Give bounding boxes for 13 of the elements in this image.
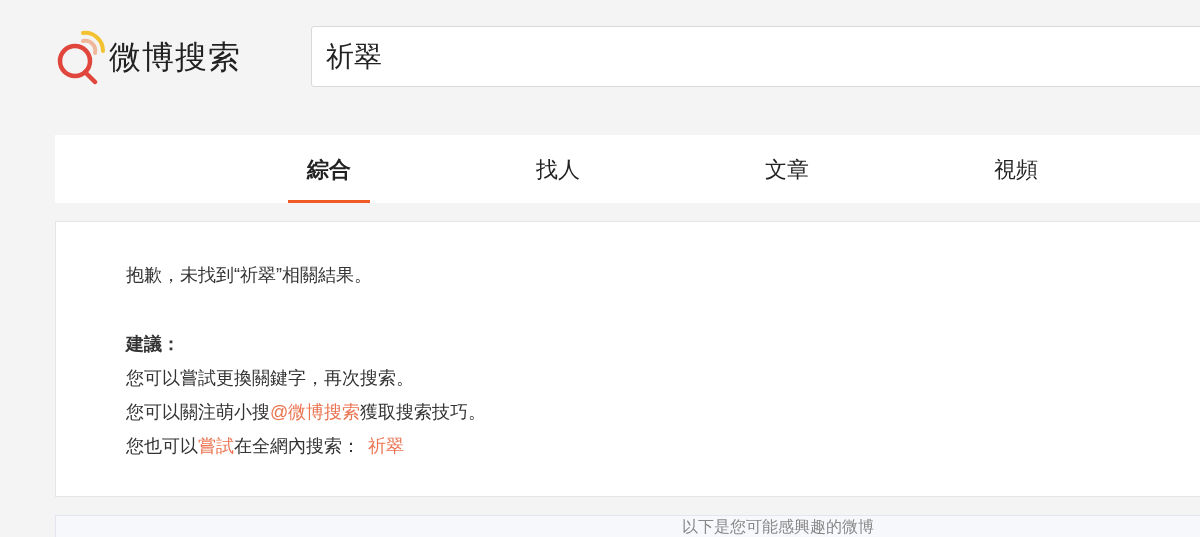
suggestion-line: 您也可以嘗試在全網內搜索： 祈翠 <box>126 435 404 458</box>
no-result-message: 抱歉，未找到“祈翠”相關結果。 <box>126 264 372 287</box>
suggestion-line: 您可以嘗試更換關鍵字，再次搜索。 <box>126 367 414 390</box>
search-field[interactable]: 祈翠 <box>311 26 1200 87</box>
magnifier-logo-icon <box>55 28 105 85</box>
tab[interactable]: 視頻 <box>975 135 1057 203</box>
suggestion-line: 您可以關注萌小搜@微博搜索獲取搜索技巧。 <box>126 401 487 424</box>
tab[interactable]: 綜合 <box>288 135 370 203</box>
suggestion-heading: 建議： <box>126 333 180 356</box>
tab[interactable]: 找人 <box>517 135 599 203</box>
logo-text: 微博搜索 <box>109 37 241 77</box>
related-banner-text: 以下是您可能感興趣的微博 <box>681 519 874 537</box>
tab[interactable]: 文章 <box>746 135 828 203</box>
